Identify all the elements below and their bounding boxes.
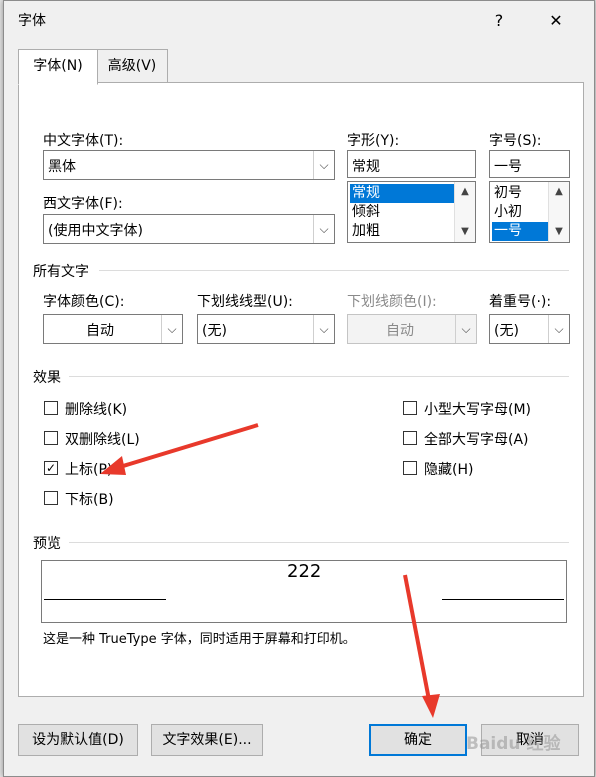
chevron-down-icon[interactable]: ⌵ [548, 315, 569, 343]
close-icon: ✕ [549, 11, 563, 30]
font-note: 这是一种 TrueType 字体，同时适用于屏幕和打印机。 [43, 632, 356, 647]
underline-color-combo: 自动 ⌵ [347, 314, 477, 344]
small-caps-label: 小型大写字母(M) [424, 402, 532, 418]
font-style-label: 字形(Y): [347, 133, 400, 149]
scrollbar[interactable]: ▲ ▼ [454, 182, 475, 242]
font-color-label: 字体颜色(C): [43, 294, 125, 310]
list-item[interactable]: 常规 [350, 184, 455, 203]
font-size-input[interactable]: 一号 [489, 150, 570, 178]
divider [69, 542, 569, 543]
chevron-down-icon: ⌵ [455, 315, 476, 343]
double-strikethrough-label: 双删除线(L) [65, 432, 140, 448]
list-item[interactable]: 初号 [492, 184, 522, 203]
checkbox-double-strikethrough[interactable] [44, 431, 58, 445]
font-style-value: 常规 [352, 159, 380, 175]
chevron-down-icon[interactable]: ⌵ [313, 151, 334, 179]
scroll-down-icon[interactable]: ▼ [549, 222, 569, 242]
chevron-down-icon[interactable]: ⌵ [161, 315, 182, 343]
set-default-button[interactable]: 设为默认值(D) [18, 724, 138, 756]
emphasis-mark-combo[interactable]: (无) ⌵ [489, 314, 570, 344]
scrollbar[interactable]: ▲ ▼ [548, 182, 569, 242]
preview-section-label: 预览 [33, 536, 61, 552]
font-size-list[interactable]: 初号 小初 一号 ▲ ▼ [489, 181, 570, 243]
all-text-section-label: 所有文字 [33, 264, 89, 280]
subscript-label: 下标(B) [65, 492, 114, 508]
checkbox-subscript[interactable] [44, 491, 58, 505]
font-size-label: 字号(S): [489, 133, 542, 149]
western-font-value: (使用中文字体) [48, 223, 143, 239]
list-item[interactable]: 加粗 [350, 222, 380, 241]
font-color-value: 自动 [86, 323, 114, 339]
checkbox-superscript[interactable]: ✓ [44, 461, 58, 475]
underline-style-combo[interactable]: (无) ⌵ [197, 314, 335, 344]
chevron-down-icon[interactable]: ⌵ [313, 315, 334, 343]
chinese-font-value: 黑体 [48, 159, 76, 175]
font-style-input[interactable]: 常规 [347, 150, 476, 178]
chevron-down-icon[interactable]: ⌵ [313, 215, 334, 243]
all-caps-label: 全部大写字母(A) [424, 432, 529, 448]
underline-style-value: (无) [202, 323, 227, 339]
scroll-down-icon[interactable]: ▼ [455, 222, 475, 242]
emphasis-mark-label: 着重号(·): [489, 294, 552, 310]
font-color-combo[interactable]: 自动 ⌵ [43, 314, 183, 344]
baidu-watermark: Baidu 经验 [466, 734, 561, 754]
font-size-value: 一号 [494, 159, 522, 175]
superscript-label: 上标(P) [65, 462, 113, 478]
checkbox-all-caps[interactable] [403, 431, 417, 445]
strikethrough-label: 删除线(K) [65, 402, 128, 418]
tab-font[interactable]: 字体(N) [18, 49, 98, 85]
underline-color-value: 自动 [386, 323, 414, 339]
tab-advanced[interactable]: 高级(V) [96, 49, 168, 83]
preview-sample-text: 222 [287, 561, 322, 582]
ok-button[interactable]: 确定 [369, 724, 467, 756]
hidden-label: 隐藏(H) [424, 462, 474, 478]
western-font-label: 西文字体(F): [43, 196, 123, 212]
underline-style-label: 下划线线型(U): [197, 294, 293, 310]
emphasis-mark-value: (无) [494, 323, 519, 339]
chinese-font-label: 中文字体(T): [43, 133, 124, 149]
help-button[interactable]: ? [484, 6, 514, 36]
dialog-title: 字体 [18, 13, 46, 29]
checkmark-icon: ✓ [45, 461, 57, 475]
chinese-font-combo[interactable]: 黑体 ⌵ [43, 150, 335, 180]
western-font-combo[interactable]: (使用中文字体) ⌵ [43, 214, 335, 244]
checkbox-strikethrough[interactable] [44, 401, 58, 415]
preview-box: 222 [41, 560, 567, 623]
text-effects-button[interactable]: 文字效果(E)... [151, 724, 263, 756]
scroll-up-icon[interactable]: ▲ [455, 182, 475, 202]
close-button[interactable]: ✕ [541, 6, 571, 36]
preview-baseline-right [442, 599, 564, 600]
preview-baseline-left [44, 599, 166, 600]
divider [69, 376, 569, 377]
list-item[interactable]: 倾斜 [350, 203, 380, 222]
divider [99, 270, 569, 271]
list-item[interactable]: 小初 [492, 203, 522, 222]
scroll-up-icon[interactable]: ▲ [549, 182, 569, 202]
checkbox-hidden[interactable] [403, 461, 417, 475]
font-style-list[interactable]: 常规 倾斜 加粗 ▲ ▼ [347, 181, 476, 243]
font-dialog: 字体 ? ✕ 字体(N) 高级(V) 中文字体(T): 黑体 ⌵ 西文字体(F)… [3, 0, 595, 777]
list-item[interactable]: 一号 [492, 222, 549, 241]
underline-color-label: 下划线颜色(I): [347, 294, 437, 310]
checkbox-small-caps[interactable] [403, 401, 417, 415]
effects-section-label: 效果 [33, 370, 61, 386]
